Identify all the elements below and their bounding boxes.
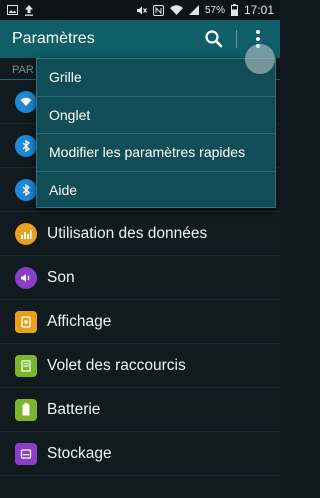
menu-item-tab[interactable]: Onglet xyxy=(37,97,275,134)
list-item-storage[interactable]: Stockage xyxy=(0,432,280,476)
menu-item-edit-quick-settings[interactable]: Modifier les paramètres rapides xyxy=(37,134,275,172)
sound-icon xyxy=(15,266,37,289)
list-item-label: Affichage xyxy=(47,312,112,330)
overflow-popup-menu: Grille Onglet Modifier les paramètres ra… xyxy=(36,58,276,208)
list-item-label: Volet des raccourcis xyxy=(47,356,186,374)
list-item-notification-panel[interactable]: Volet des raccourcis xyxy=(0,344,280,388)
list-item-label: Stockage xyxy=(47,444,112,462)
list-item-sound[interactable]: Son xyxy=(0,256,280,300)
list-item-label: Utilisation des données xyxy=(47,224,208,242)
menu-item-help[interactable]: Aide xyxy=(37,172,275,210)
display-icon xyxy=(15,310,37,333)
mute-icon xyxy=(136,5,147,16)
clock: 17:01 xyxy=(243,3,274,17)
list-item-display[interactable]: Affichage xyxy=(0,300,280,344)
list-item-label: Batterie xyxy=(47,400,101,418)
list-item-label: Son xyxy=(47,268,75,286)
notification-panel-icon xyxy=(15,354,37,377)
settings-screen: 57% 17:01 Paramètres PAR Utilisation des… xyxy=(0,0,280,498)
list-item-data-usage[interactable]: Utilisation des données xyxy=(0,212,280,256)
search-icon[interactable] xyxy=(203,28,225,50)
menu-item-grid[interactable]: Grille xyxy=(37,59,275,97)
action-bar-divider xyxy=(236,30,237,48)
data-usage-icon xyxy=(15,222,37,245)
bluetooth-icon xyxy=(15,178,37,201)
upload-icon xyxy=(24,4,34,16)
image-icon xyxy=(7,5,18,15)
status-bar: 57% 17:01 xyxy=(0,0,280,20)
storage-icon xyxy=(15,442,37,465)
action-bar: Paramètres xyxy=(0,20,280,58)
page-title: Paramètres xyxy=(12,30,95,47)
battery-icon xyxy=(15,398,37,421)
signal-icon xyxy=(188,5,199,15)
wifi-icon xyxy=(15,90,37,113)
battery-icon xyxy=(230,4,238,16)
bluetooth-like-icon xyxy=(15,134,37,157)
battery-percent: 57% xyxy=(204,4,225,16)
list-item-battery[interactable]: Batterie xyxy=(0,388,280,432)
touch-ripple xyxy=(245,44,275,74)
nfc-icon xyxy=(152,4,164,16)
wifi-icon xyxy=(169,5,183,15)
